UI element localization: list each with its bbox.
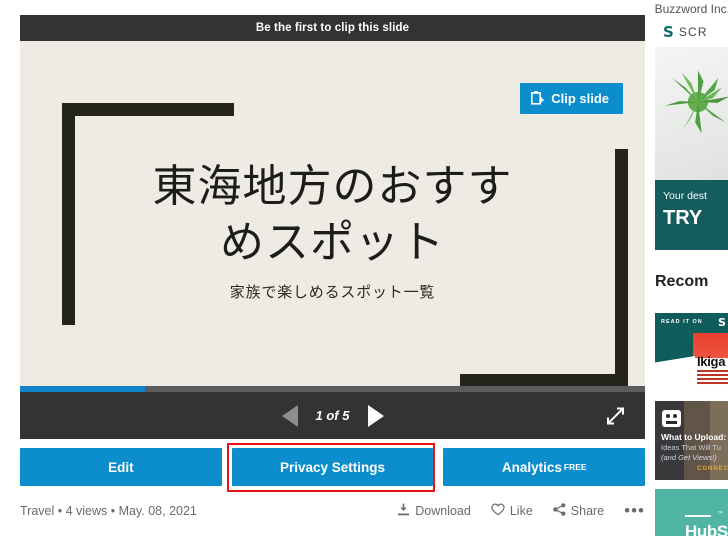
right-sidebar: Buzzword Inc. S SCR Your dest TRY Recom … (655, 0, 728, 536)
ad-banner: Your dest TRY (655, 180, 728, 250)
scribd-logo-icon: S (718, 316, 726, 329)
ad-logo: S SCR (655, 15, 728, 47)
slide-navigation: 1 of 5 (281, 404, 384, 427)
ad-photo (655, 47, 728, 180)
upload-tips-card: What to Upload: Ideas That Will Tu (and … (655, 401, 728, 480)
clip-prompt-text: Be the first to clip this slide (255, 22, 410, 34)
analytics-free-badge: FREE (563, 462, 587, 472)
upload-robot-icon (662, 410, 681, 427)
share-icon (552, 503, 566, 519)
upload-tips-line1: What to Upload: (661, 432, 727, 442)
book-cover-text-lines (697, 370, 728, 386)
next-slide-button[interactable] (367, 404, 384, 427)
ikigai-book-cover: Ikiga (693, 333, 728, 392)
slide-meta-info: Travel • 4 views • May. 08, 2021 (20, 504, 197, 518)
analytics-button[interactable]: Analytics FREE (443, 448, 646, 486)
upload-tips-line2: Ideas That Will Tu (661, 443, 721, 452)
slideshow-player: Be the first to clip this slide 東海地方のおすす… (20, 15, 646, 519)
slide-meta-actions: Download Like Share ••• (397, 502, 645, 519)
succulent-plant-icon (664, 70, 728, 134)
ikigai-book-title: Ikiga (697, 354, 726, 369)
brand-label: Buzzword Inc. (655, 2, 728, 16)
page-counter: 1 of 5 (315, 408, 350, 423)
download-icon (397, 503, 410, 519)
ad-logo-mark-icon: S (663, 23, 674, 41)
ad-logo-text: SCR (678, 25, 708, 39)
slide-title: 東海地方のおすす めスポット (152, 161, 513, 269)
slide-stage[interactable]: 東海地方のおすす めスポット 家族で楽しめるスポット一覧 Clip slide (20, 41, 645, 386)
edit-button[interactable]: Edit (20, 448, 222, 486)
like-button[interactable]: Like (491, 503, 533, 519)
share-label: Share (570, 504, 605, 518)
clipboard-plus-icon (531, 91, 545, 106)
ad-banner-subtitle: Your dest (663, 190, 707, 202)
hubspot-card: ™ HubSp CUSTOMER C (655, 489, 728, 536)
download-button[interactable]: Download (397, 503, 471, 519)
recommended-thumbnail-hubspot[interactable]: ™ HubSp CUSTOMER C (655, 489, 728, 536)
read-it-on-label: READ IT ON (661, 319, 703, 325)
advertisement-card[interactable]: S SCR Your dest TRY (655, 15, 728, 250)
slide-subtitle: 家族で楽しめるスポット一覧 (229, 283, 436, 301)
ad-banner-headline: TRY (663, 207, 703, 229)
previous-slide-button[interactable] (281, 404, 298, 427)
slide-control-bar: 1 of 5 (20, 392, 645, 439)
clip-slide-label: Clip slide (551, 91, 609, 106)
clip-slide-button[interactable]: Clip slide (520, 83, 623, 114)
share-button[interactable]: Share (552, 503, 605, 519)
hubspot-trademark: ™ (717, 511, 723, 517)
clip-prompt-banner: Be the first to clip this slide (20, 15, 645, 41)
ikigai-card: READ IT ON S Ikiga (655, 313, 728, 392)
download-label: Download (415, 504, 471, 518)
card-wedge-decoration (655, 356, 695, 392)
analytics-label: Analytics (501, 459, 562, 475)
hubspot-rule-decoration (685, 515, 711, 517)
fullscreen-button[interactable] (606, 406, 625, 425)
fullscreen-expand-icon (606, 407, 625, 428)
recommended-thumbnail-upload-tips[interactable]: What to Upload: Ideas That Will Tu (and … (655, 401, 728, 480)
like-label: Like (509, 504, 533, 518)
hubspot-logo: HubSp (685, 522, 728, 536)
recommended-heading: Recom (655, 273, 709, 290)
action-button-row: Edit Privacy Settings Analytics FREE (20, 443, 646, 492)
slide-meta-row: Travel • 4 views • May. 08, 2021 Downloa… (20, 502, 645, 519)
more-options-button[interactable]: ••• (624, 502, 645, 519)
upload-tips-line4: CONNECTED (697, 466, 728, 472)
recommended-thumbnail-ikigai[interactable]: READ IT ON S Ikiga (655, 313, 728, 392)
privacy-settings-button[interactable]: Privacy Settings (231, 448, 434, 486)
heart-icon (491, 503, 505, 519)
page-root: Be the first to clip this slide 東海地方のおすす… (0, 0, 728, 536)
upload-tips-line3: (and Get Views!) (661, 453, 717, 462)
